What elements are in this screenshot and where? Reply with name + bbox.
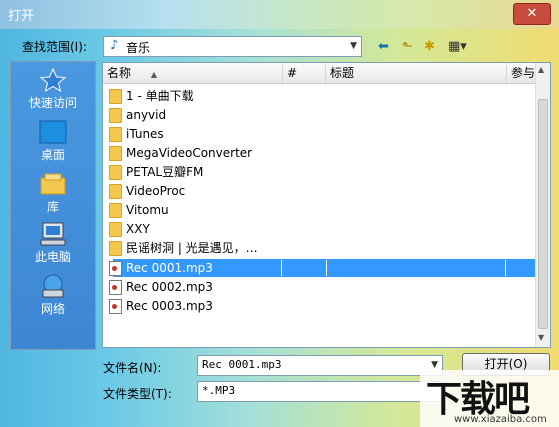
place-quick-access[interactable]: 快速访问 — [11, 68, 95, 111]
place-network[interactable]: 网络 — [11, 274, 95, 317]
folder-icon — [109, 241, 122, 256]
list-item[interactable]: iTunes — [109, 125, 164, 143]
folder-icon — [109, 127, 122, 142]
filename-value: Rec 0001.mp3 — [202, 358, 282, 371]
file-name: Rec 0001.mp3 — [126, 261, 213, 275]
folder-icon — [109, 108, 122, 123]
column-name-label: 名称 — [107, 66, 132, 80]
list-item[interactable]: MegaVideoConverter — [109, 144, 252, 162]
column-artist[interactable]: 参与 — [507, 63, 535, 83]
watermark-url: www.xiazaiba.com — [454, 414, 547, 425]
file-name: 1 - 单曲下载 — [126, 89, 194, 103]
look-in-value: 音乐 — [126, 41, 151, 55]
list-item[interactable]: Vitomu — [109, 201, 169, 219]
file-name: Rec 0002.mp3 — [126, 280, 213, 294]
column-separator — [505, 260, 506, 276]
filetype-value: *.MP3 — [202, 384, 236, 397]
folder-icon — [109, 203, 122, 218]
audio-file-icon — [109, 280, 122, 295]
file-list[interactable]: 名称 ▲ # 标题 参与 1 - 单曲下载 anyvid iTunes Mega… — [102, 62, 551, 348]
filetype-label: 文件类型(T): — [103, 387, 172, 401]
places-bar: 快速访问 桌面 库 此电脑 网络 — [10, 61, 96, 350]
place-label: 桌面 — [40, 148, 65, 162]
folder-icon — [109, 146, 122, 161]
file-name: Rec 0003.mp3 — [126, 299, 213, 313]
audio-file-icon — [109, 261, 122, 276]
place-library[interactable]: 库 — [11, 172, 95, 215]
view-menu-icon[interactable]: ▦▾ — [448, 39, 467, 54]
watermark: 下载吧 www.xiazaiba.com — [420, 370, 559, 427]
filename-label: 文件名(N): — [103, 361, 162, 375]
list-item[interactable]: Rec 0003.mp3 — [109, 297, 213, 315]
vertical-scrollbar[interactable]: ▲ ▼ — [535, 63, 550, 347]
look-in-label: 查找范围(I): — [22, 40, 87, 54]
list-item[interactable]: anyvid — [109, 106, 166, 124]
place-label: 库 — [46, 200, 59, 214]
column-separator — [326, 260, 327, 276]
look-in-combo[interactable]: ♪ 音乐 ▼ — [103, 36, 362, 57]
file-name: 民谣树洞 | 光是遇见，… — [126, 241, 258, 255]
desktop-icon — [39, 120, 67, 144]
new-folder-icon[interactable]: ✱ — [424, 39, 435, 54]
column-number[interactable]: # — [283, 63, 326, 83]
back-icon[interactable]: ⬅ — [378, 39, 389, 54]
filetype-select[interactable]: *.MP3 — [197, 381, 443, 402]
filename-input[interactable]: Rec 0001.mp3 ▼ — [197, 355, 443, 376]
file-name: VideoProc — [126, 184, 186, 198]
list-item[interactable]: PETAL豆瓣FM — [109, 163, 203, 181]
title-bar: 打开 ✕ — [0, 0, 559, 29]
column-title[interactable]: 标题 — [326, 63, 507, 83]
file-name: XXY — [126, 222, 150, 236]
list-item[interactable]: XXY — [109, 220, 150, 238]
list-item[interactable]: 1 - 单曲下载 — [109, 87, 194, 105]
folder-icon — [109, 184, 122, 199]
file-name: anyvid — [126, 108, 167, 122]
scroll-up-icon[interactable]: ▲ — [538, 65, 544, 74]
window-title: 打开 — [8, 9, 35, 24]
folder-icon — [109, 165, 122, 180]
list-item[interactable]: Rec 0002.mp3 — [109, 278, 213, 296]
library-icon — [40, 173, 66, 195]
file-name: PETAL豆瓣FM — [126, 165, 204, 179]
column-separator — [281, 260, 282, 276]
close-button[interactable]: ✕ — [513, 3, 551, 25]
list-item[interactable]: 民谣树洞 | 光是遇见，… — [109, 239, 258, 257]
scroll-thumb[interactable] — [538, 99, 548, 329]
place-label: 网络 — [40, 302, 65, 316]
list-item[interactable]: VideoProc — [109, 182, 185, 200]
list-header: 名称 ▲ # 标题 参与 — [103, 63, 535, 84]
file-name: MegaVideoConverter — [126, 146, 253, 160]
folder-icon — [109, 89, 122, 104]
chevron-down-icon[interactable]: ▼ — [350, 37, 357, 55]
computer-icon — [40, 222, 66, 246]
place-desktop[interactable]: 桌面 — [11, 120, 95, 163]
file-name: iTunes — [126, 127, 164, 141]
column-name[interactable]: 名称 ▲ — [103, 63, 283, 83]
audio-file-icon — [109, 299, 122, 314]
place-label: 快速访问 — [28, 96, 77, 110]
place-this-pc[interactable]: 此电脑 — [11, 222, 95, 265]
list-item-selected[interactable]: Rec 0001.mp3 — [109, 259, 213, 277]
star-icon — [39, 68, 67, 92]
place-label: 此电脑 — [34, 250, 71, 264]
scroll-down-icon[interactable]: ▼ — [538, 333, 544, 342]
sort-ascending-icon: ▲ — [150, 70, 157, 79]
music-folder-icon: ♪ — [110, 38, 119, 53]
folder-icon — [109, 222, 122, 237]
network-icon — [42, 274, 64, 298]
file-name: Vitomu — [126, 203, 169, 217]
up-folder-icon[interactable]: ⬑ — [402, 39, 413, 54]
